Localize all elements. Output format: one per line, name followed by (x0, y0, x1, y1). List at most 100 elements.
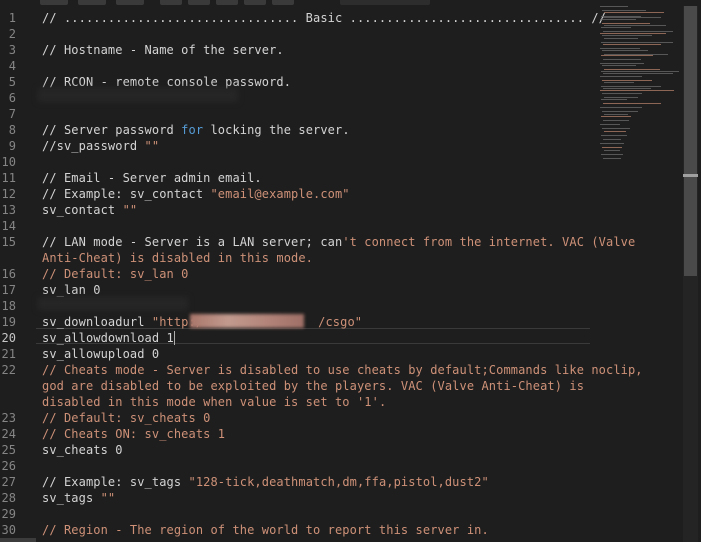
minimap-line (604, 131, 626, 133)
code-line-23: // Default: sv_cheats 0 (42, 411, 211, 425)
minimap-line (601, 99, 627, 101)
minimap-line (602, 127, 630, 129)
line-number: 20 (1, 331, 16, 345)
minimap-line (603, 17, 661, 19)
minimap-line (604, 38, 638, 40)
code-line-1: // ................................ Basi… (42, 11, 606, 25)
line-number: 15 (1, 235, 16, 249)
minimap-line (602, 93, 642, 95)
minimap-line (601, 42, 673, 44)
minimap-line (600, 142, 624, 144)
line-number: 13 (1, 203, 16, 217)
minimap-line (603, 72, 673, 74)
minimap-line (601, 135, 627, 137)
line-number: 10 (1, 155, 16, 169)
minimap-line (603, 59, 641, 61)
code-line-12: // Example: sv_contact "email@example.co… (42, 187, 350, 201)
minimap-line (603, 30, 673, 32)
minimap-line (600, 123, 620, 125)
text-cursor (173, 331, 175, 345)
code-line-22-wrap-2: disabled in this mode when value is set … (42, 395, 387, 409)
minimap-line (600, 47, 640, 49)
minimap-line (602, 110, 638, 112)
line-number: 8 (8, 123, 16, 137)
minimap-line (601, 116, 631, 118)
minimap-line (604, 150, 620, 152)
minimap-line (603, 102, 661, 104)
line-number: 1 (8, 11, 16, 25)
code-line-24: // Cheats ON: sv_cheats 1 (42, 427, 226, 441)
minimap-line (604, 97, 638, 99)
code-line-15: // LAN mode - Server is a LAN server; ca… (42, 235, 636, 249)
minimap-line (603, 158, 621, 159)
line-number: 4 (8, 59, 16, 73)
line-number: 6 (8, 91, 16, 105)
code-line-30: // Region - The region of the world to r… (42, 523, 489, 537)
code-line-20[interactable]: sv_allowdownload 1 (42, 330, 175, 346)
minimap-line (602, 64, 636, 66)
line-number: 26 (1, 459, 16, 473)
line-number: 18 (1, 299, 16, 313)
code-line-22-wrap-1: god are disabled to be exploited by the … (42, 379, 585, 393)
minimap-line (600, 89, 674, 91)
code-line-11: // Email - Server admin email. (42, 171, 262, 185)
minimap-line (604, 11, 664, 13)
line-number: 19 (1, 315, 16, 329)
minimap[interactable] (600, 6, 682, 166)
code-line-13: sv_contact "" (42, 203, 138, 217)
line-number: 5 (8, 75, 16, 89)
line-number: 3 (8, 43, 16, 57)
line-number: 21 (1, 347, 16, 361)
blurred-line-18 (38, 297, 188, 310)
minimap-line (600, 6, 628, 7)
line-number: 30 (1, 523, 16, 537)
line-number: 12 (1, 187, 16, 201)
line-number: 29 (1, 507, 16, 521)
minimap-line (600, 19, 636, 21)
minimap-line (602, 146, 622, 148)
line-number: 23 (1, 411, 16, 425)
code-line-28: sv_tags "" (42, 491, 116, 505)
line-number: 16 (1, 267, 16, 281)
scrollbar-position-marker (683, 174, 698, 177)
code-line-17: sv_lan 0 (42, 283, 101, 297)
code-line-22: // Cheats mode - Server is disabled to u… (42, 363, 643, 377)
code-line-21: sv_allowupload 0 (42, 347, 160, 361)
code-line-16: // Default: sv_lan 0 (42, 267, 189, 281)
line-number: 2 (8, 27, 16, 41)
minimap-line (602, 49, 648, 51)
vertical-scrollbar[interactable] (683, 6, 698, 542)
redacted-url (190, 314, 304, 328)
minimap-line (603, 139, 621, 140)
minimap-line (604, 68, 660, 70)
code-editor[interactable]: 1 2 3 4 5 6 7 8 9 10 11 12 13 14 15 16 17 18 19 20 21 22 23 24 2… (0, 0, 701, 542)
line-number: 25 (1, 443, 16, 457)
minimap-line (603, 120, 629, 121)
minimap-line (604, 53, 668, 55)
line-number: 24 (1, 427, 16, 441)
line-number: 7 (8, 107, 16, 121)
minimap-line (601, 55, 653, 57)
line-number: 11 (1, 171, 16, 185)
minimap-line (602, 34, 652, 36)
minimap-line (602, 80, 652, 82)
scrollbar-thumb[interactable] (684, 6, 697, 276)
minimap-line (601, 85, 661, 87)
code-line-25: sv_cheats 0 (42, 443, 123, 457)
code-line-15-wrap: Anti-Cheat) is disabled in this mode. (42, 251, 314, 265)
code-area[interactable]: // ................................ Basi… (38, 0, 643, 542)
minimap-line (601, 70, 679, 72)
minimap-line (600, 76, 642, 78)
line-number: 28 (1, 491, 16, 505)
minimap-line (601, 26, 631, 28)
minimap-line (601, 154, 623, 156)
minimap-line (600, 63, 644, 64)
minimap-line (600, 32, 666, 34)
horizontal-scrollbar-stub[interactable] (0, 538, 36, 542)
line-number-gutter: 1 2 3 4 5 6 7 8 9 10 11 12 13 14 15 16 17 18 19 20 21 22 23 24 2… (0, 0, 34, 542)
line-number: 27 (1, 475, 16, 489)
minimap-line (603, 44, 661, 45)
minimap-line (604, 25, 666, 26)
minimap-line (600, 106, 642, 108)
code-line-8: // Server password for locking the serve… (42, 123, 350, 137)
